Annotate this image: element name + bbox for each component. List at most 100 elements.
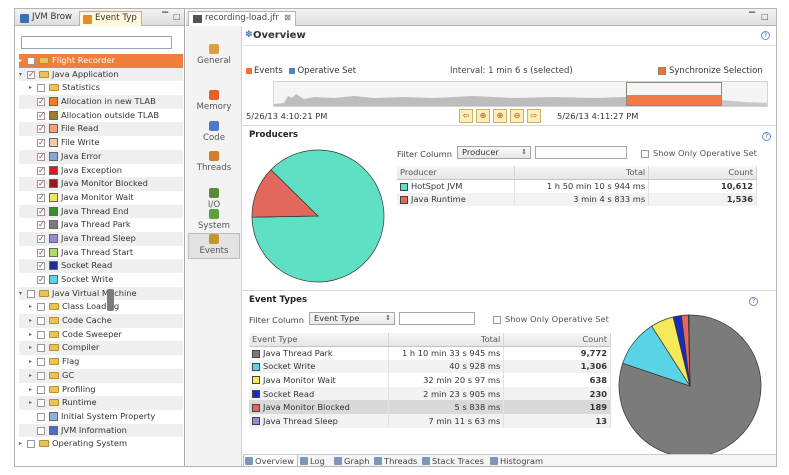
tree-item[interactable]: File Write [19,136,183,150]
sidebar-item-system[interactable]: System [188,209,240,231]
tree-item[interactable]: Java Monitor Blocked [19,177,183,191]
tab-event-types[interactable]: Event Typ [79,11,142,26]
tree-item-checkbox[interactable] [37,136,45,150]
tree-item-checkbox[interactable] [37,371,45,380]
sidebar-item-memory[interactable]: Memory [188,90,240,112]
zoom-out-icon[interactable]: ⊖ [510,109,524,123]
event-type-filter-input[interactable] [21,36,172,49]
zoom-in-icon[interactable]: ⊕ [493,109,507,123]
tree-item-checkbox[interactable] [37,218,45,232]
tree-item-checkbox[interactable] [37,426,45,435]
event-types-table[interactable]: Event Type Total Count Java Thread Park 1 h … [249,333,611,428]
column-header[interactable]: Producer [397,166,516,180]
tree-item[interactable]: Socket Write [19,273,183,287]
tree-item-checkbox[interactable] [37,177,45,191]
sidebar-item-threads[interactable]: Threads [188,151,240,173]
tree-item-checkbox[interactable] [37,344,45,353]
filter-column-select[interactable]: Event Type ⇕ [309,312,395,325]
tab-graph[interactable]: Graph [333,455,372,467]
tree-item[interactable]: ▸ GC [19,368,183,383]
help-icon[interactable]: ? [762,132,771,141]
tree-item[interactable]: ▸ Class Loading [19,300,183,314]
tree-item[interactable]: Initial System Property [19,410,183,424]
tree-item[interactable]: Java Error [19,149,183,164]
zoom-in-icon[interactable]: ⊕ [476,109,490,123]
tree-item[interactable]: ▸ Code Sweeper [19,328,183,342]
tree-item-checkbox[interactable] [37,122,45,136]
tree-item[interactable]: Allocation outside TLAB [19,109,183,122]
tab-histogram[interactable]: Histogram [489,455,546,467]
tree-item[interactable]: ▸ Operating System [19,437,183,451]
expand-icon[interactable]: ▸ [29,314,32,328]
tree-item-checkbox[interactable] [37,191,45,205]
tree-item[interactable]: ▸ Flag [19,355,183,369]
tree-item-checkbox[interactable] [37,399,45,408]
tab-log[interactable]: Log [299,455,328,467]
tree-item-checkbox[interactable] [37,150,45,164]
tree-item[interactable]: ▸ Flight Recorder [19,54,183,68]
tree-item-checkbox[interactable] [37,273,45,287]
tree-item-checkbox[interactable] [37,205,45,218]
expand-icon[interactable]: ▸ [19,437,22,451]
tree-item-checkbox[interactable] [37,259,45,273]
help-icon[interactable]: ? [749,297,758,306]
tree-item-checkbox[interactable] [27,57,35,65]
tree-item[interactable]: Allocation in new TLAB [19,95,183,109]
filter-text-input[interactable] [535,146,627,159]
column-header[interactable]: Count [503,333,611,347]
table-row[interactable]: Java Monitor Blocked 5 s 838 ms 189 [249,400,611,414]
tree-item-checkbox[interactable] [37,303,45,312]
tree-item[interactable]: Java Thread Park [19,218,183,232]
tree-item-checkbox[interactable] [37,330,45,339]
producers-table[interactable]: Producer Total Count HotSpot JVM 1 h 50 min … [397,166,757,207]
table-row[interactable]: Java Runtime 3 min 4 s 833 ms 1,536 [397,192,757,207]
timeline-range-selector[interactable] [273,81,768,107]
timeline-selection[interactable] [626,82,722,106]
show-operative-set-checkbox[interactable]: Show Only Operative Set [493,314,609,324]
filter-text-input[interactable] [399,312,475,325]
minimize-icon[interactable]: ▔ [749,12,755,21]
table-row[interactable]: Java Monitor Wait 32 min 20 s 97 ms 638 [249,373,611,387]
column-header[interactable]: Event Type [249,333,390,347]
tree-item[interactable]: ▸ Profiling [19,383,183,397]
expand-icon[interactable]: ▸ [29,81,32,95]
tree-item-checkbox[interactable] [27,440,35,449]
tree-item[interactable]: ▸ Code Cache [19,314,183,328]
tree-item-checkbox[interactable] [27,289,35,298]
table-row[interactable]: Java Thread Sleep 7 min 11 s 63 ms 13 [249,413,611,428]
expand-icon[interactable]: ▸ [29,383,32,397]
column-header[interactable]: Count [648,166,757,180]
expand-icon[interactable]: ▸ [19,54,22,68]
tree-item-checkbox[interactable] [37,84,45,93]
table-row[interactable]: Java Thread Park 1 h 10 min 33 s 945 ms 9,… [249,346,611,360]
sidebar-item-code[interactable]: Code [188,121,240,143]
tree-item[interactable]: File Read [19,122,183,136]
expand-icon[interactable]: ▸ [29,328,32,342]
tab-threads[interactable]: Threads [373,455,420,467]
tab-recording[interactable]: recording-load.jfr ⊠ [188,11,296,26]
filter-column-select[interactable]: Producer ⇕ [457,146,531,159]
tree-item-checkbox[interactable] [37,317,45,326]
maximize-icon[interactable]: □ [761,12,769,21]
tree-item[interactable]: ▾ Java Virtual Machine [19,286,183,301]
tree-item-checkbox[interactable] [37,412,45,421]
tree-item[interactable]: Java Exception [19,164,183,177]
drag-handle[interactable] [107,289,114,311]
tree-item[interactable]: ▸ Runtime [19,396,183,410]
tree-item-checkbox[interactable] [37,109,45,122]
tree-item[interactable]: Java Thread Start [19,246,183,259]
tree-item-checkbox[interactable] [37,246,45,259]
collapse-icon[interactable]: ▾ [19,68,22,82]
table-row[interactable]: Socket Read 2 min 23 s 905 ms 230 [249,386,611,401]
column-header[interactable]: Total [388,333,505,347]
expand-icon[interactable]: ▸ [29,341,32,355]
tree-item-checkbox[interactable] [37,164,45,177]
tree-item[interactable]: Java Monitor Wait [19,191,183,205]
tab-jvm-browser[interactable]: JVM Brow [17,11,76,26]
expand-icon[interactable]: ▸ [29,355,32,369]
sidebar-item-events[interactable]: Events [188,233,240,259]
help-icon[interactable]: ? [761,31,770,40]
tree-item-checkbox[interactable] [37,385,45,394]
expand-icon[interactable]: ▸ [29,369,32,383]
sidebar-item-general[interactable]: General [188,44,240,66]
